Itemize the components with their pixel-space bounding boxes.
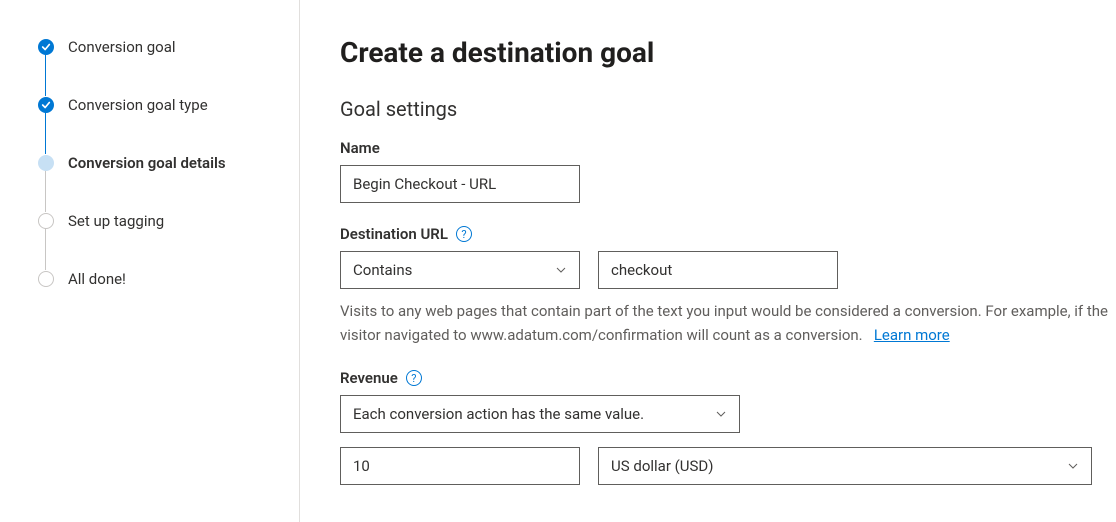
destination-url-label: Destination URL ? [340,225,1116,243]
wizard-steps: Conversion goal Conversion goal type Con… [38,38,279,288]
learn-more-link[interactable]: Learn more [874,326,950,344]
revenue-mode-select[interactable]: Each conversion action has the same valu… [340,395,740,433]
name-field-group: Name [340,139,1116,203]
destination-url-label-text: Destination URL [340,225,448,243]
step-connector [45,112,46,154]
step-pending-icon [38,271,54,287]
revenue-label: Revenue ? [340,369,1116,387]
step-conversion-goal-details[interactable]: Conversion goal details [38,154,279,212]
step-label: Conversion goal [68,38,176,56]
name-label: Name [340,139,1116,157]
step-current-icon [38,155,54,171]
revenue-label-text: Revenue [340,369,398,387]
help-icon[interactable]: ? [406,370,422,386]
destination-url-field-group: Destination URL ? Contains Visits to any… [340,225,1116,347]
chevron-down-icon [715,408,727,420]
section-title: Goal settings [340,97,1116,121]
revenue-currency-value: US dollar (USD) [611,457,713,475]
page-title: Create a destination goal [340,36,1116,69]
chevron-down-icon [555,264,567,276]
check-icon [38,97,54,113]
revenue-field-group: Revenue ? Each conversion action has the… [340,369,1116,485]
step-label: Conversion goal type [68,96,208,114]
step-connector [45,170,46,212]
wizard-sidebar: Conversion goal Conversion goal type Con… [0,0,300,522]
main-content: Create a destination goal Goal settings … [300,0,1116,522]
revenue-mode-value: Each conversion action has the same valu… [353,405,644,423]
step-set-up-tagging[interactable]: Set up tagging [38,212,279,270]
step-conversion-goal-type[interactable]: Conversion goal type [38,96,279,154]
help-icon[interactable]: ? [456,226,472,242]
step-label: Conversion goal details [68,154,226,172]
step-pending-icon [38,213,54,229]
destination-url-value-input[interactable] [598,251,838,289]
destination-url-hint: Visits to any web pages that contain par… [340,299,1116,347]
destination-url-operator-select[interactable]: Contains [340,251,580,289]
step-label: Set up tagging [68,212,164,230]
destination-url-operator-value: Contains [353,261,412,279]
chevron-down-icon [1067,460,1079,472]
step-label: All done! [68,270,126,288]
revenue-amount-input[interactable] [340,447,580,485]
step-all-done[interactable]: All done! [38,270,279,288]
step-connector [45,228,46,270]
name-input[interactable] [340,165,580,203]
revenue-currency-select[interactable]: US dollar (USD) [598,447,1092,485]
check-icon [38,39,54,55]
step-connector [45,54,46,96]
step-conversion-goal[interactable]: Conversion goal [38,38,279,96]
